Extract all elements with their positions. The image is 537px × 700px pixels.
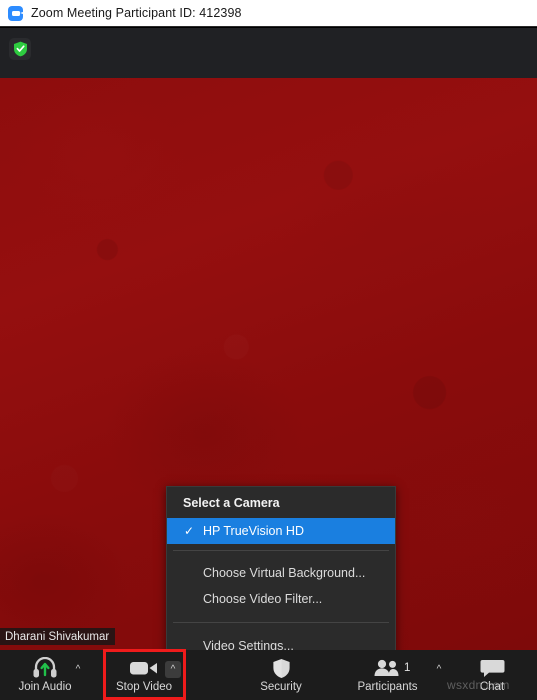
- participant-name-label: Dharani Shivakumar: [0, 628, 116, 645]
- menu-item-choose-video-filter[interactable]: Choose Video Filter...: [167, 586, 395, 612]
- camera-context-menu[interactable]: Select a Camera ✓ HP TrueVision HD Choos…: [166, 486, 396, 669]
- menu-group-video-options: Choose Virtual Background... Choose Vide…: [167, 557, 395, 616]
- people-icon: [373, 656, 402, 680]
- video-camera-icon: [129, 656, 159, 680]
- participants-caret-icon[interactable]: ^: [431, 661, 447, 678]
- zoom-app-icon: [8, 5, 23, 21]
- toolbar-button-security[interactable]: Security: [245, 650, 317, 700]
- encryption-shield-icon[interactable]: [9, 38, 31, 60]
- site-watermark: wsxdn.com: [447, 678, 510, 692]
- join-audio-caret-icon[interactable]: ^: [70, 661, 86, 678]
- checkmark-icon: ✓: [184, 524, 195, 538]
- meeting-toolbar: Join Audio ^ Stop Video ^ Security Parti…: [0, 650, 537, 700]
- menu-item-label: Choose Virtual Background...: [203, 566, 366, 580]
- toolbar-label: Security: [260, 681, 302, 693]
- shield-icon: [272, 656, 291, 680]
- menu-item-label: HP TrueVision HD: [203, 524, 304, 538]
- menu-separator: [173, 622, 389, 623]
- toolbar-label: Participants: [357, 681, 418, 693]
- menu-item-choose-virtual-background[interactable]: Choose Virtual Background...: [167, 560, 395, 586]
- headset-icon: [32, 656, 58, 680]
- participants-count-badge: 1: [404, 662, 411, 674]
- stop-video-caret-icon[interactable]: ^: [165, 661, 181, 678]
- menu-separator: [173, 550, 389, 551]
- zoom-meeting-window: Zoom Meeting Participant ID: 412398 Dhar…: [0, 0, 537, 700]
- meeting-header-bar: [0, 28, 537, 78]
- menu-item-camera-hp-truevision[interactable]: ✓ HP TrueVision HD: [167, 518, 395, 544]
- window-title: Zoom Meeting Participant ID: 412398: [31, 6, 242, 20]
- toolbar-label: Stop Video: [115, 681, 173, 693]
- toolbar-button-chat[interactable]: Chat: [462, 650, 522, 700]
- window-titlebar: Zoom Meeting Participant ID: 412398: [0, 0, 537, 27]
- chat-bubble-icon: [480, 656, 505, 680]
- toolbar-label: Join Audio: [18, 681, 72, 693]
- menu-item-label: Choose Video Filter...: [203, 592, 323, 606]
- toolbar-button-participants[interactable]: Participants: [350, 650, 425, 700]
- camera-menu-header: Select a Camera: [183, 496, 280, 510]
